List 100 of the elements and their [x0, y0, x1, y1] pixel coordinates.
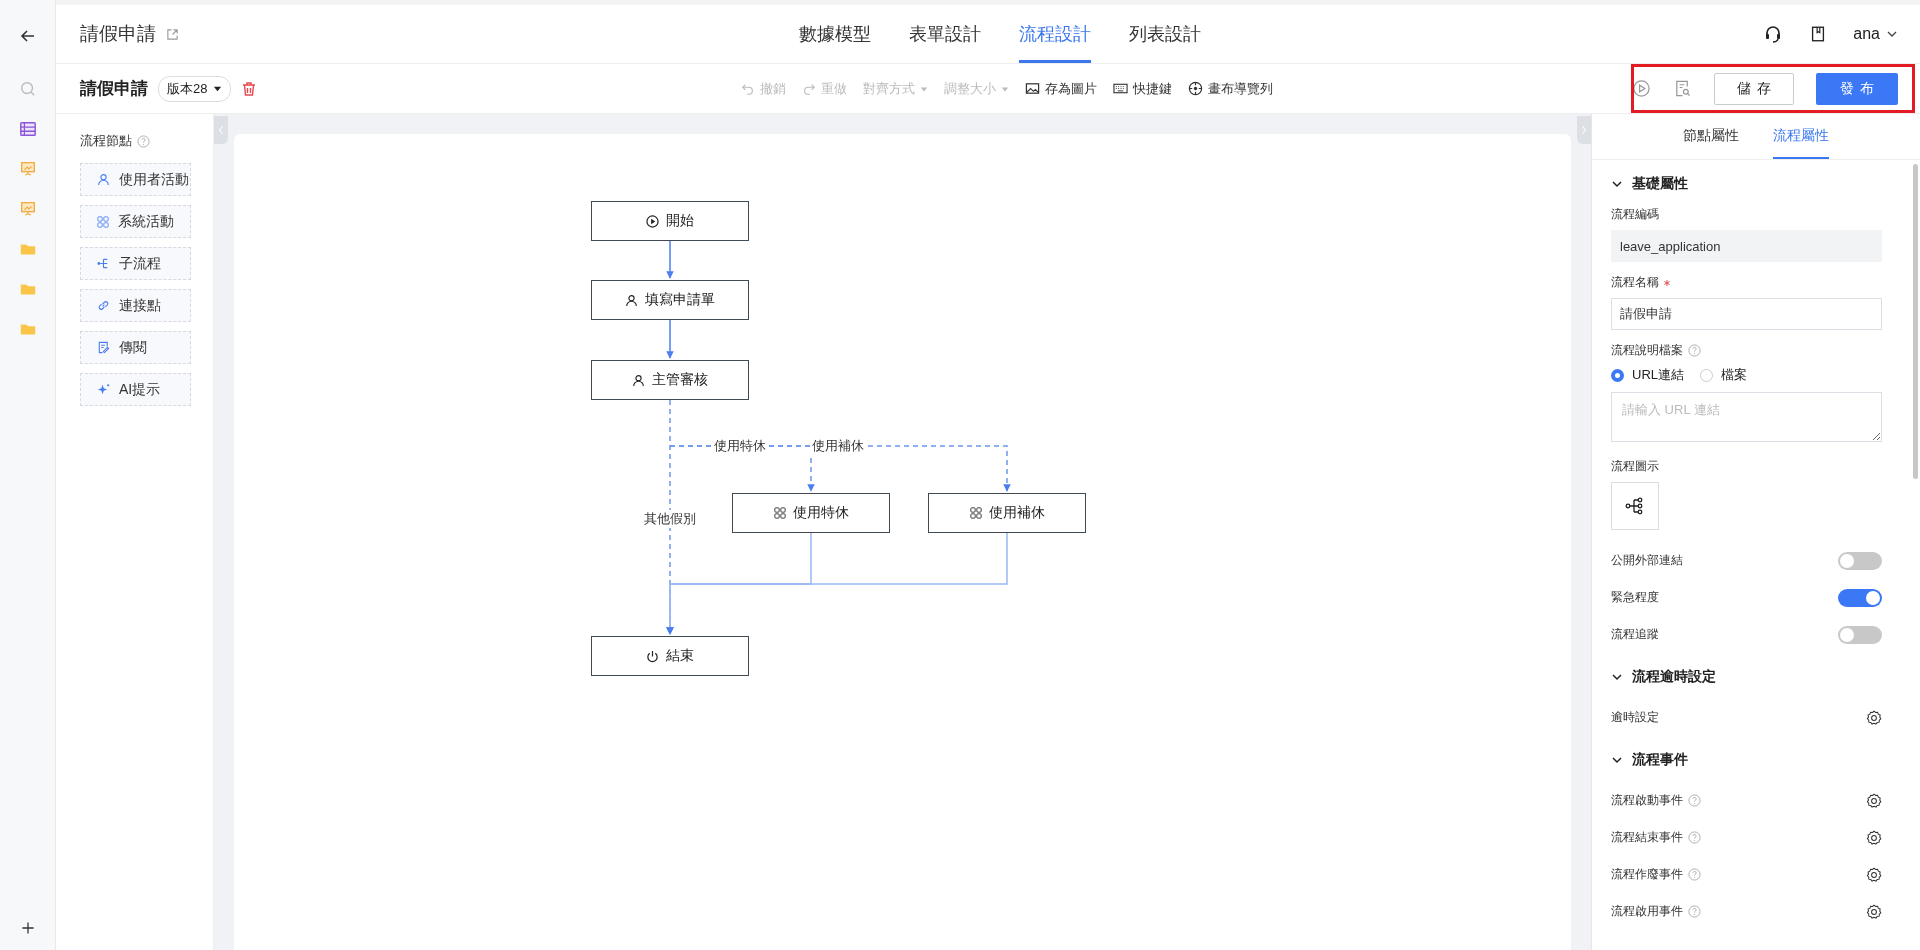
- nav-tab[interactable]: 數據模型: [799, 5, 871, 63]
- person-icon: [625, 293, 638, 307]
- flow-node[interactable]: 使用補休: [928, 493, 1086, 533]
- text-field[interactable]: 請假申請: [1611, 298, 1882, 330]
- nav-tab[interactable]: 列表設計: [1129, 5, 1201, 63]
- help-icon[interactable]: [1688, 344, 1701, 357]
- trash-icon[interactable]: [241, 80, 258, 97]
- collapse-handle[interactable]: [214, 116, 228, 144]
- flow-node[interactable]: 使用特休: [732, 493, 890, 533]
- nav-tab[interactable]: 流程設計: [1019, 5, 1091, 63]
- caret-icon: [213, 84, 223, 93]
- toolbar-button[interactable]: 畫布導覽列: [1188, 79, 1273, 98]
- add-icon[interactable]: [19, 920, 36, 936]
- process-title: 請假申請: [80, 78, 148, 100]
- field-label: 流程編碼: [1611, 206, 1659, 223]
- person-icon: [97, 173, 110, 186]
- node-palette-item[interactable]: AI提示: [80, 373, 191, 406]
- connector-arrow[interactable]: [666, 240, 674, 279]
- search-icon[interactable]: [18, 80, 37, 98]
- grid-icon: [969, 507, 982, 519]
- help-icon[interactable]: [1688, 868, 1701, 881]
- help-icon[interactable]: [1688, 905, 1701, 918]
- chevron-icon: [1611, 754, 1623, 766]
- version-select[interactable]: 版本28: [158, 75, 232, 102]
- setting-label: 緊急程度: [1611, 589, 1659, 606]
- flow-node[interactable]: 填寫申請單: [591, 280, 749, 320]
- toolbar-button[interactable]: 存為圖片: [1025, 79, 1097, 98]
- chevron-icon: [1611, 671, 1623, 683]
- radio-button[interactable]: 檔案: [1700, 366, 1747, 384]
- toggle-switch[interactable]: [1838, 551, 1882, 570]
- field-label: 流程圖示: [1611, 458, 1659, 475]
- toolbar-button[interactable]: 快捷鍵: [1113, 79, 1172, 98]
- nav-tab[interactable]: 表單設計: [909, 5, 981, 63]
- flow-node[interactable]: 結束: [591, 636, 749, 676]
- table-icon[interactable]: [18, 120, 37, 138]
- text-field[interactable]: leave_application: [1611, 230, 1882, 262]
- help-icon[interactable]: [137, 134, 150, 148]
- setting-label: 流程啟動事件: [1611, 792, 1683, 809]
- toggle-switch[interactable]: [1838, 625, 1882, 644]
- app-title: 請假申請: [80, 22, 156, 46]
- power-icon: [646, 649, 659, 663]
- node-palette-item[interactable]: 連接點: [80, 289, 191, 322]
- scrollbar[interactable]: [1913, 164, 1918, 479]
- publish-button[interactable]: 發布: [1816, 72, 1898, 105]
- collapse-handle[interactable]: [1577, 116, 1591, 144]
- settings-icon[interactable]: [1866, 829, 1882, 846]
- setting-label: 流程結束事件: [1611, 829, 1683, 846]
- node-palette-item[interactable]: 子流程: [80, 247, 191, 280]
- node-palette-item[interactable]: 系統活動: [80, 205, 191, 238]
- connector-arrow[interactable]: [666, 319, 674, 359]
- person-icon: [632, 373, 645, 387]
- section-header[interactable]: 流程逾時設定: [1611, 655, 1716, 699]
- settings-icon[interactable]: [1866, 792, 1882, 809]
- grid-icon: [773, 507, 786, 519]
- presentation-icon[interactable]: [18, 200, 37, 218]
- flow-icon: [1625, 496, 1645, 516]
- settings-icon[interactable]: [1866, 709, 1882, 726]
- link-icon: [97, 299, 110, 312]
- caret-icon: [920, 84, 928, 93]
- panel-tab[interactable]: 流程屬性: [1773, 114, 1829, 159]
- setting-label: 公開外部連結: [1611, 552, 1683, 569]
- node-palette-item[interactable]: 使用者活動: [80, 163, 191, 196]
- radio-button[interactable]: URL連結: [1611, 366, 1684, 384]
- panel-title: 流程節點: [80, 132, 132, 150]
- flow-node[interactable]: 主管審核: [591, 360, 749, 400]
- play-icon: [646, 214, 659, 228]
- edge-label: 其他假別: [642, 510, 698, 528]
- node-palette-item[interactable]: 傳閱: [80, 331, 191, 364]
- toggle-switch[interactable]: [1838, 588, 1882, 607]
- edge-label: 使用補休: [810, 437, 866, 455]
- document-search-icon[interactable]: [1673, 79, 1692, 98]
- image-icon: [1025, 81, 1040, 96]
- settings-icon[interactable]: [1866, 866, 1882, 883]
- compass-icon: [1188, 81, 1203, 96]
- help-icon[interactable]: [1688, 794, 1701, 807]
- user-menu[interactable]: ana: [1853, 25, 1898, 43]
- keyboard-icon: [1113, 81, 1128, 96]
- field-label: 流程名稱: [1611, 274, 1659, 291]
- document-edit-icon: [97, 341, 110, 354]
- settings-icon[interactable]: [1866, 903, 1882, 920]
- url-field[interactable]: 請輸入 URL 連結: [1611, 392, 1882, 442]
- setting-label: 流程啟用事件: [1611, 903, 1683, 920]
- external-link-icon[interactable]: [166, 27, 179, 41]
- panel-tab[interactable]: 節點屬性: [1683, 114, 1739, 159]
- help-icon[interactable]: [1688, 831, 1701, 844]
- flow-node[interactable]: 開始: [591, 201, 749, 241]
- required-icon: [1664, 279, 1670, 286]
- section-header[interactable]: 流程事件: [1611, 738, 1688, 782]
- section-header[interactable]: 基礎屬性: [1611, 162, 1688, 206]
- chevron-left-icon: [218, 125, 224, 135]
- sparkle-icon: [97, 383, 110, 396]
- presentation-icon[interactable]: [18, 160, 37, 178]
- edge-label: 使用特休: [712, 437, 768, 455]
- setting-label: 流程作廢事件: [1611, 866, 1683, 883]
- save-button[interactable]: 儲存: [1714, 72, 1794, 105]
- branch-icon: [97, 257, 110, 270]
- caret-icon: [1001, 84, 1009, 93]
- chevron-icon: [1611, 178, 1623, 190]
- play-icon[interactable]: [1632, 79, 1651, 98]
- icon-picker[interactable]: [1611, 482, 1659, 530]
